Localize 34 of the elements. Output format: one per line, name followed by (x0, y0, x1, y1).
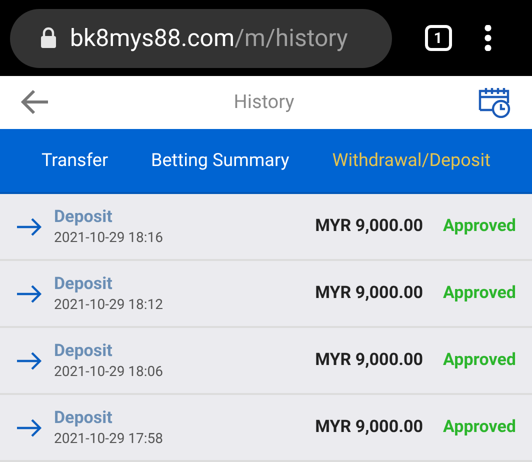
status: Approved (443, 282, 516, 305)
amount: MYR 9,000.00 (315, 348, 424, 372)
arrow-right-icon (16, 284, 42, 302)
url-text: bk8mys88.com/m/history (70, 23, 348, 54)
history-row[interactable]: Deposit 2021-10-29 18:06 MYR 9,000.00 Approved (0, 328, 532, 395)
history-row[interactable]: Deposit 2021-10-29 18:12 MYR 9,000.00 Approved (0, 261, 532, 328)
status: Approved (443, 416, 516, 439)
arrow-right-icon (16, 418, 42, 436)
arrow-right-icon (16, 218, 42, 236)
arrow-right-icon (16, 352, 42, 370)
back-icon[interactable] (20, 89, 50, 116)
transaction-type: Deposit (54, 272, 114, 294)
menu-icon[interactable] (484, 25, 492, 52)
transaction-type: Deposit (54, 340, 114, 362)
address-bar[interactable]: bk8mys88.com/m/history (10, 8, 392, 68)
tab[interactable]: Betting Summary (151, 146, 290, 174)
transaction-time: 2021-10-29 18:06 (54, 362, 164, 382)
tab-count-button[interactable]: 1 (424, 25, 452, 52)
transaction-type: Deposit (54, 406, 114, 428)
history-row[interactable]: Deposit 2021-10-29 18:16 MYR 9,000.00 Approved (0, 194, 532, 261)
amount: MYR 9,000.00 (315, 214, 424, 238)
calendar-clock-icon[interactable] (478, 86, 512, 118)
transaction-type: Deposit (54, 206, 114, 228)
page-title: History (234, 89, 294, 116)
status: Approved (443, 348, 516, 372)
lock-icon (40, 27, 57, 50)
transaction-time: 2021-10-29 17:58 (54, 430, 164, 448)
tab[interactable]: Transfer (42, 146, 108, 174)
transaction-time: 2021-10-29 18:12 (54, 296, 164, 314)
status: Approved (443, 214, 516, 238)
transaction-time: 2021-10-29 18:16 (54, 228, 164, 248)
amount: MYR 9,000.00 (315, 416, 424, 439)
history-row[interactable]: Deposit 2021-10-29 17:58 MYR 9,000.00 Approved (0, 395, 532, 462)
amount: MYR 9,000.00 (315, 282, 424, 305)
